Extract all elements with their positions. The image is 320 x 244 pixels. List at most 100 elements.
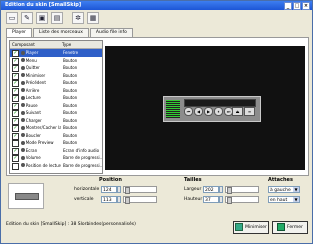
component-icon bbox=[20, 163, 25, 167]
save-as-icon[interactable]: ▤ bbox=[51, 12, 63, 24]
grid-icon[interactable]: ▦ bbox=[87, 12, 99, 24]
table-row[interactable]: ✓ Pause Bouton bbox=[10, 102, 102, 110]
horizontal-attach-value: à gauche bbox=[270, 188, 291, 193]
component-icon bbox=[20, 88, 25, 92]
maximize-window-button[interactable]: □ bbox=[293, 2, 301, 10]
chevron-down-icon: ▼ bbox=[293, 187, 299, 192]
chevron-down-icon: ▼ bbox=[293, 197, 299, 202]
component-name: Ecran bbox=[25, 147, 38, 153]
visibility-checkbox[interactable]: ✓ bbox=[12, 155, 19, 162]
table-row[interactable]: ✓ Minimiser Bouton bbox=[10, 72, 102, 80]
visibility-checkbox[interactable]: ✓ bbox=[12, 110, 19, 117]
visibility-checkbox[interactable]: ✓ bbox=[12, 72, 19, 80]
component-icon bbox=[20, 58, 25, 62]
table-row[interactable]: Position de lecture Barre de progressi... bbox=[10, 162, 102, 170]
vertical-input[interactable]: 113 bbox=[101, 196, 117, 203]
close-button[interactable]: Fermer bbox=[272, 221, 308, 234]
minimize-window-button[interactable]: _ bbox=[284, 2, 292, 10]
horizontal-slider[interactable] bbox=[123, 186, 157, 194]
table-row[interactable]: ✓ Arrière Bouton bbox=[10, 87, 102, 95]
save-icon[interactable]: ▣ bbox=[36, 12, 48, 24]
component-name: Quitter bbox=[25, 65, 40, 70]
visibility-checkbox[interactable]: ✓ bbox=[12, 50, 19, 57]
new-icon[interactable]: ▭ bbox=[6, 12, 18, 24]
tab-track-list[interactable]: Liste des morceaux bbox=[33, 28, 89, 37]
component-list[interactable]: Composant Type ✓ Player Fenetre ✓ Menu Bouton… bbox=[9, 40, 103, 174]
player-skin[interactable]: ⏮ ◀ ▶ ⏸ ⏭ ⏏ ≡ bbox=[163, 96, 261, 122]
settings-icon[interactable]: ✲ bbox=[72, 12, 84, 24]
table-row[interactable]: ✓ Charger Bouton bbox=[10, 117, 102, 125]
table-row[interactable]: ✓ Montrer/Cacher la...Bouton bbox=[10, 124, 102, 132]
component-name: Précédent bbox=[25, 80, 46, 85]
vertical-slider[interactable] bbox=[123, 196, 157, 204]
visibility-checkbox[interactable]: ✓ bbox=[12, 147, 19, 155]
table-row[interactable]: ✓ Ecran Ecran d'info audio bbox=[10, 147, 102, 155]
close-window-button[interactable]: × bbox=[302, 2, 310, 10]
visibility-checkbox[interactable] bbox=[12, 140, 19, 147]
previous-icon[interactable]: ⏮ bbox=[184, 107, 193, 116]
component-type: Bouton bbox=[62, 72, 78, 78]
vertical-label: verticale bbox=[74, 197, 94, 202]
tab-bar: Player Liste des morceaux Audio file inf… bbox=[6, 28, 134, 38]
visibility-checkbox[interactable]: ✓ bbox=[12, 87, 19, 95]
component-name: Player bbox=[25, 50, 39, 55]
type-column-header[interactable]: Type bbox=[60, 41, 71, 48]
component-type: Bouton bbox=[62, 80, 78, 85]
sizes-title: Tailles bbox=[184, 177, 202, 183]
height-input[interactable]: 37 bbox=[203, 196, 219, 203]
component-name: Charger bbox=[25, 117, 42, 123]
playlist-icon[interactable]: ≡ bbox=[244, 107, 255, 116]
visibility-checkbox[interactable]: ✓ bbox=[12, 125, 19, 132]
vertical-attach-select[interactable]: en haut ▼ bbox=[268, 196, 300, 203]
visibility-checkbox[interactable] bbox=[12, 162, 19, 170]
component-type: Bouton bbox=[62, 110, 78, 115]
table-row[interactable]: Mode Preview Bouton bbox=[10, 139, 102, 147]
rewind-icon[interactable]: ◀ bbox=[194, 107, 203, 116]
tab-audio-info[interactable]: Audio file info bbox=[89, 28, 133, 37]
height-spinner[interactable] bbox=[219, 196, 223, 203]
table-row[interactable]: ✓ Lecture Bouton bbox=[10, 94, 102, 102]
table-row[interactable]: ✓ Player Fenetre bbox=[10, 49, 102, 57]
component-type: Bouton bbox=[62, 117, 78, 123]
close-label: Fermer bbox=[287, 225, 303, 230]
title-bar: Edition du skin [SmallSkip] _ □ × bbox=[1, 1, 312, 10]
list-header: Composant Type bbox=[10, 41, 102, 49]
load-icon[interactable]: ⏏ bbox=[232, 107, 243, 116]
table-row[interactable]: ✓ Suivant Bouton bbox=[10, 109, 102, 117]
component-type: Bouton bbox=[62, 57, 78, 63]
visibility-checkbox[interactable]: ✓ bbox=[12, 95, 19, 102]
component-name: Montrer/Cacher la... bbox=[25, 125, 61, 130]
pause-icon[interactable]: ⏸ bbox=[214, 107, 223, 116]
vertical-spinner[interactable] bbox=[117, 196, 121, 203]
component-type: Barre de progressi... bbox=[62, 162, 102, 168]
table-row[interactable]: ✓ Quitter Bouton bbox=[10, 64, 102, 72]
play-icon[interactable]: ▶ bbox=[204, 107, 213, 116]
component-type: Barre de progressi... bbox=[62, 155, 102, 160]
height-slider[interactable] bbox=[225, 196, 259, 204]
visibility-checkbox[interactable]: ✓ bbox=[12, 117, 19, 125]
edit-icon[interactable]: ✎ bbox=[21, 12, 33, 24]
minimize-button[interactable]: Minimiser bbox=[233, 221, 269, 234]
width-input[interactable]: 202 bbox=[203, 186, 219, 193]
visibility-checkbox[interactable]: ✓ bbox=[12, 80, 19, 87]
horizontal-input[interactable]: 124 bbox=[101, 186, 117, 193]
visibility-checkbox[interactable]: ✓ bbox=[12, 102, 19, 110]
table-row[interactable]: ✓ Menu Bouton bbox=[10, 57, 102, 65]
horizontal-attach-select[interactable]: à gauche ▼ bbox=[268, 186, 300, 193]
width-slider[interactable] bbox=[225, 186, 259, 194]
table-row[interactable]: ✓ Précédent Bouton bbox=[10, 79, 102, 87]
component-type: Fenetre bbox=[62, 50, 79, 55]
component-icon bbox=[20, 103, 25, 107]
component-column-header[interactable]: Composant bbox=[10, 41, 60, 48]
table-row[interactable]: ✓ Volume Barre de progressi... bbox=[10, 154, 102, 162]
component-name: Boucler bbox=[25, 132, 41, 138]
width-spinner[interactable] bbox=[219, 186, 223, 193]
visibility-checkbox[interactable]: ✓ bbox=[12, 57, 19, 65]
horizontal-spinner[interactable] bbox=[117, 186, 121, 193]
component-icon bbox=[20, 50, 25, 55]
visibility-checkbox[interactable]: ✓ bbox=[12, 65, 19, 72]
skin-preview: ⏮ ◀ ▶ ⏸ ⏭ ⏏ ≡ bbox=[105, 46, 305, 170]
visibility-checkbox[interactable]: ✓ bbox=[12, 132, 19, 140]
component-icon bbox=[20, 118, 25, 122]
table-row[interactable]: ✓ Boucler Bouton bbox=[10, 132, 102, 140]
